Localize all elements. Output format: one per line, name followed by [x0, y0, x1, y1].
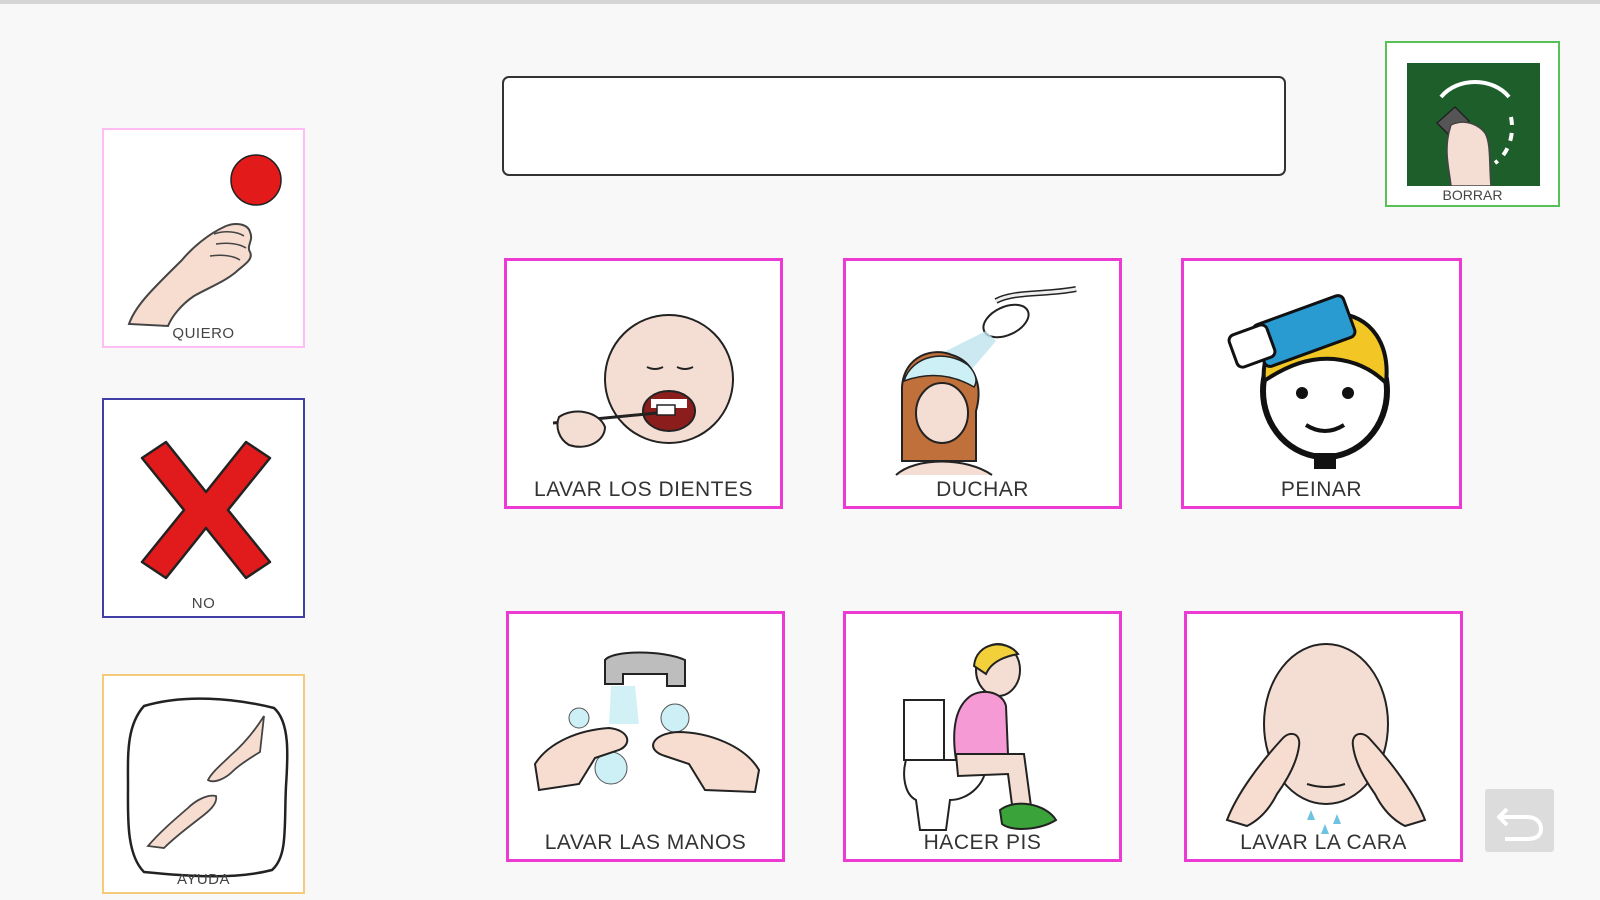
wash-face-icon — [1225, 643, 1427, 834]
undo-arrow-icon — [1497, 807, 1544, 841]
pictogram-hacer-pis[interactable]: HACER PIS — [843, 611, 1122, 862]
wash-hands-icon — [533, 651, 761, 794]
red-x-icon — [140, 440, 272, 580]
pictogram-lavar-la-cara[interactable]: LAVAR LA CARA — [1184, 611, 1463, 862]
pictogram-label: PEINAR — [1280, 478, 1363, 501]
ayuda-label: AYUDA — [176, 871, 231, 888]
shower-icon — [895, 286, 1077, 476]
sentence-bar[interactable] — [502, 76, 1286, 176]
no-label: NO — [191, 595, 216, 612]
pictogram-duchar[interactable]: DUCHAR — [843, 258, 1122, 509]
pictogram-peinar[interactable]: PEINAR — [1181, 258, 1462, 509]
pictogram-label: DUCHAR — [936, 478, 1029, 501]
quiero-label: QUIERO — [172, 325, 235, 342]
quiero-button[interactable]: QUIERO — [102, 128, 305, 348]
pictogram-label: HACER PIS — [923, 831, 1042, 854]
helping-hands-icon — [126, 697, 289, 878]
top-divider — [0, 0, 1600, 4]
ayuda-button[interactable]: AYUDA — [102, 674, 305, 894]
no-button[interactable]: NO — [102, 398, 305, 618]
pictogram-label: LAVAR LAS MANOS — [544, 831, 747, 854]
pictogram-label: LAVAR LOS DIENTES — [534, 478, 753, 501]
pictogram-lavar-las-manos[interactable]: LAVAR LAS MANOS — [506, 611, 785, 862]
pictogram-label: LAVAR LA CARA — [1240, 831, 1407, 854]
undo-button[interactable] — [1485, 789, 1554, 852]
erase-board-icon — [1407, 63, 1540, 187]
borrar-button[interactable]: BORRAR — [1385, 41, 1560, 207]
comb-hair-icon — [1227, 294, 1390, 469]
toilet-icon — [903, 643, 1058, 831]
brush-teeth-icon — [552, 314, 734, 448]
reach-hand-ball-icon — [127, 154, 282, 328]
pictogram-lavar-los-dientes[interactable]: LAVAR LOS DIENTES — [504, 258, 783, 509]
borrar-label: BORRAR — [1442, 187, 1503, 203]
